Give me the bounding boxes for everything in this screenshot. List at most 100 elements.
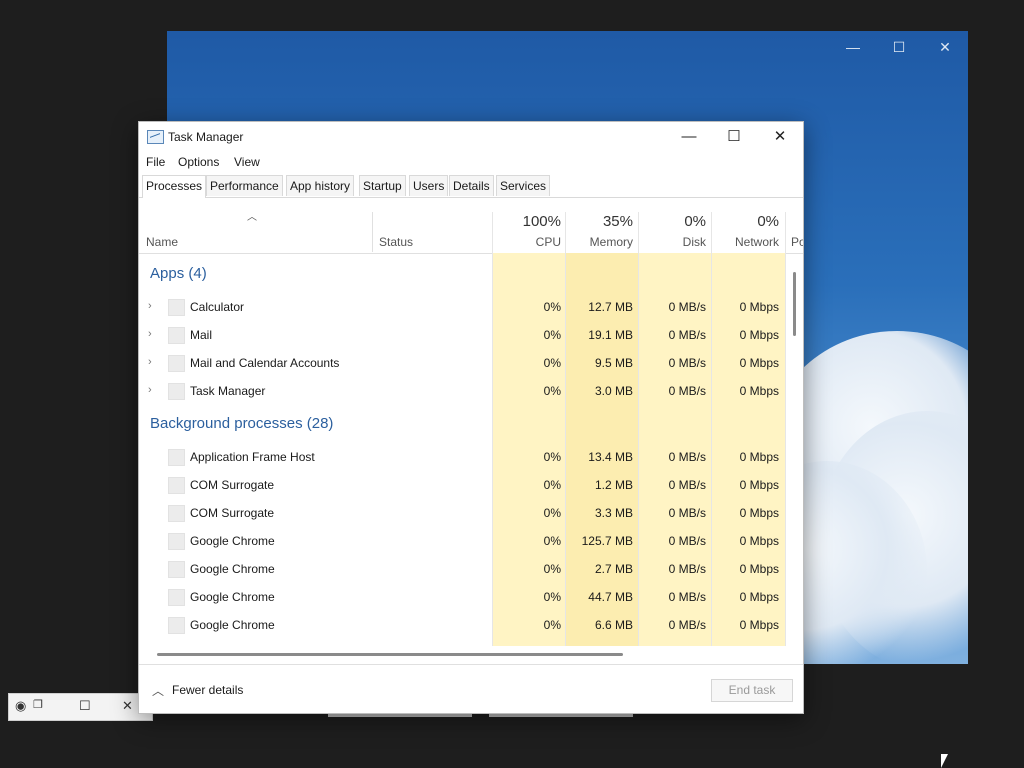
- column-divider: [565, 212, 566, 646]
- app-icon: [168, 589, 185, 606]
- column-memory[interactable]: Memory: [569, 235, 633, 249]
- process-row[interactable]: › Calculator 0% 12.7 MB 0 MB/s 0 Mbps: [139, 293, 787, 321]
- memory-value: 12.7 MB: [588, 300, 633, 314]
- process-row[interactable]: › Task Manager 0% 3.0 MB 0 MB/s 0 Mbps: [139, 377, 787, 405]
- group-heading-apps: Apps (4): [150, 265, 207, 282]
- cpu-value: 0%: [543, 478, 561, 492]
- column-power-truncated[interactable]: Po: [791, 235, 803, 249]
- network-value: 0 Mbps: [739, 618, 779, 632]
- process-row[interactable]: Google Chrome 0% 6.6 MB 0 MB/s 0 Mbps: [139, 611, 787, 639]
- expand-chevron-icon[interactable]: ›: [148, 384, 152, 396]
- close-button[interactable]: ✕: [757, 122, 803, 152]
- disk-value: 0 MB/s: [668, 328, 706, 342]
- expand-chevron-icon[interactable]: ›: [148, 356, 152, 368]
- process-name: Mail: [190, 328, 213, 342]
- disk-value: 0 MB/s: [668, 450, 706, 464]
- network-value: 0 Mbps: [739, 384, 779, 398]
- app-icon: [168, 533, 185, 550]
- maximize-icon[interactable]: ☐: [79, 698, 91, 714]
- cpu-value: 0%: [543, 618, 561, 632]
- task-manager-window: Task Manager — ☐ ✕ File Options View Pro…: [138, 121, 804, 714]
- column-divider: [492, 212, 493, 646]
- column-divider: [711, 212, 712, 646]
- network-value: 0 Mbps: [739, 328, 779, 342]
- restore-icon[interactable]: ❐: [33, 698, 43, 711]
- tab-processes[interactable]: Processes: [142, 175, 207, 198]
- network-value: 0 Mbps: [739, 590, 779, 604]
- expand-chevron-icon[interactable]: ›: [148, 328, 152, 340]
- chevron-up-icon[interactable]: ︿: [152, 682, 164, 699]
- cpu-percent: 100%: [522, 213, 561, 230]
- column-network[interactable]: Network: [717, 235, 779, 249]
- column-status[interactable]: Status: [379, 235, 413, 249]
- bg-maximize-button[interactable]: ☐: [889, 39, 909, 56]
- horizontal-scrollbar[interactable]: [157, 653, 623, 656]
- cpu-value: 0%: [543, 590, 561, 604]
- column-divider: [638, 212, 639, 646]
- menu-file[interactable]: File: [146, 155, 165, 169]
- group-heading-background: Background processes (28): [150, 415, 334, 432]
- expand-chevron-icon[interactable]: ›: [148, 300, 152, 312]
- process-row[interactable]: › Mail and Calendar Accounts 0% 9.5 MB 0…: [139, 349, 787, 377]
- fewer-details-button[interactable]: Fewer details: [172, 683, 243, 697]
- disk-percent: 0%: [684, 213, 706, 230]
- app-icon: [168, 383, 185, 400]
- disk-value: 0 MB/s: [668, 300, 706, 314]
- network-value: 0 Mbps: [739, 478, 779, 492]
- app-icon: [168, 617, 185, 634]
- disk-value: 0 MB/s: [668, 534, 706, 548]
- bg-minimize-button[interactable]: —: [843, 39, 863, 55]
- disk-value: 0 MB/s: [668, 506, 706, 520]
- process-row[interactable]: Google Chrome 0% 125.7 MB 0 MB/s 0 Mbps: [139, 527, 787, 555]
- process-row[interactable]: Application Frame Host 0% 13.4 MB 0 MB/s…: [139, 443, 787, 471]
- app-icon: [168, 477, 185, 494]
- process-row[interactable]: Google Chrome 0% 44.7 MB 0 MB/s 0 Mbps: [139, 583, 787, 611]
- tab-performance[interactable]: Performance: [206, 175, 283, 196]
- menu-view[interactable]: View: [234, 155, 260, 169]
- cpu-value: 0%: [543, 356, 561, 370]
- mouse-cursor-icon: [941, 754, 948, 768]
- sort-arrow-icon: ︿: [247, 212, 257, 223]
- process-row[interactable]: COM Surrogate 0% 3.3 MB 0 MB/s 0 Mbps: [139, 499, 787, 527]
- close-icon[interactable]: ✕: [122, 698, 133, 714]
- disk-value: 0 MB/s: [668, 590, 706, 604]
- vertical-scrollbar[interactable]: [793, 272, 796, 336]
- minimized-window-bar[interactable]: ◉ ❐ ☐ ✕: [8, 693, 153, 721]
- tab-details[interactable]: Details: [449, 175, 494, 196]
- tab-users[interactable]: Users: [409, 175, 449, 196]
- task-manager-icon: [147, 130, 164, 144]
- tab-app-history[interactable]: App history: [286, 175, 355, 196]
- app-icon: [168, 505, 185, 522]
- memory-value: 125.7 MB: [581, 534, 633, 548]
- memory-value: 2.7 MB: [594, 562, 633, 576]
- process-list: Apps (4) › Calculator 0% 12.7 MB 0 MB/s …: [139, 253, 787, 646]
- menu-options[interactable]: Options: [178, 155, 219, 169]
- title-bar[interactable]: Task Manager — ☐ ✕: [139, 122, 803, 152]
- column-cpu[interactable]: CPU: [499, 235, 561, 249]
- column-divider: [785, 212, 786, 646]
- memory-value: 6.6 MB: [594, 618, 633, 632]
- tab-services[interactable]: Services: [496, 175, 551, 196]
- memory-value: 44.7 MB: [588, 590, 633, 604]
- process-row[interactable]: › Mail 0% 19.1 MB 0 MB/s 0 Mbps: [139, 321, 787, 349]
- process-name: Application Frame Host: [190, 450, 315, 464]
- menu-bar: File Options View: [139, 152, 803, 174]
- process-name: COM Surrogate: [190, 478, 275, 492]
- disk-value: 0 MB/s: [668, 384, 706, 398]
- process-row[interactable]: COM Surrogate 0% 1.2 MB 0 MB/s 0 Mbps: [139, 471, 787, 499]
- column-name[interactable]: Name: [146, 235, 178, 249]
- cpu-value: 0%: [543, 506, 561, 520]
- footer-bar: ︿ Fewer details End task: [139, 664, 803, 713]
- app-icon: [168, 449, 185, 466]
- end-task-button[interactable]: End task: [711, 679, 793, 702]
- process-row[interactable]: Google Chrome 0% 2.7 MB 0 MB/s 0 Mbps: [139, 555, 787, 583]
- bg-close-button[interactable]: ✕: [935, 39, 955, 56]
- network-value: 0 Mbps: [739, 534, 779, 548]
- minimize-button[interactable]: —: [666, 122, 712, 152]
- maximize-button[interactable]: ☐: [711, 122, 757, 152]
- tab-startup[interactable]: Startup: [359, 175, 406, 196]
- window-title: Task Manager: [168, 130, 244, 144]
- app-icon: [168, 561, 185, 578]
- column-disk[interactable]: Disk: [644, 235, 706, 249]
- app-icon: [168, 355, 185, 372]
